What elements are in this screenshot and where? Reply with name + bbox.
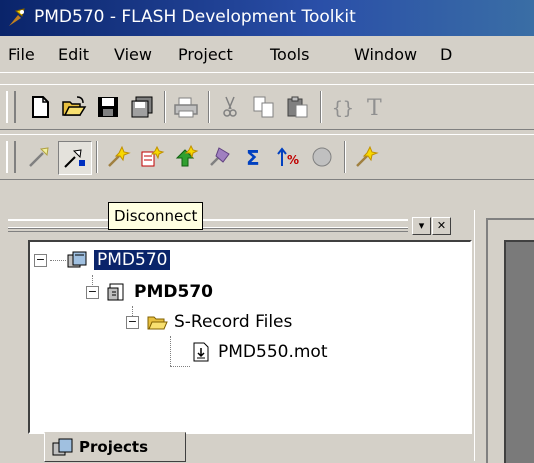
save-icon[interactable] [92,91,124,123]
connect-icon[interactable] [24,141,56,173]
menu-project[interactable]: Project [178,45,233,64]
tree-node-file-label: PMD550.mot [218,342,328,362]
svg-text:%: % [287,153,299,167]
menu-bar: File Edit View Project Tools Window D [0,36,534,73]
title-bar[interactable]: PMD570 - FLASH Development Toolkit [0,0,534,36]
tree-node-root-label: PMD570 [94,250,171,270]
toolbar-separator [164,91,166,123]
checksum-icon[interactable]: Σ [238,141,270,173]
read-icon[interactable] [204,141,236,173]
workspace-icon [67,251,87,268]
toolbar-separator [96,141,98,173]
tooltip: Disconnect [108,202,204,230]
menu-file[interactable]: File [8,45,35,64]
compare-icon[interactable]: % [272,141,304,173]
menu-edit[interactable]: Edit [58,45,89,64]
wand-icon[interactable] [350,141,382,173]
workspace-panel: ▾ ✕ − PMD570 − PMD570 − S-Record Files P… [0,210,476,462]
braces-icon[interactable]: {} [326,91,358,123]
svg-text:Σ: Σ [246,146,260,170]
menu-view[interactable]: View [114,45,152,64]
expander-project[interactable]: − [86,286,99,299]
flash-toolbar: Σ % [0,134,534,180]
svg-text:T: T [367,96,382,120]
tab-projects-label: Projects [79,438,149,456]
print-icon[interactable] [170,91,202,123]
panel-float-button[interactable]: ▾ [412,217,431,235]
expander-folder[interactable]: − [126,316,139,329]
disconnect-icon[interactable] [58,141,92,175]
tree-line [50,260,66,261]
workspace-tabs: Projects [28,432,468,462]
save-all-icon[interactable] [126,91,158,123]
panel-close-button[interactable]: ✕ [432,217,451,235]
project-icon [107,283,124,301]
project-tree[interactable]: − PMD570 − PMD570 − S-Record Files PMD55… [28,240,472,434]
srecord-file-icon [193,342,209,362]
toolbar-separator [344,141,346,173]
tree-node-file[interactable]: PMD550.mot [190,340,328,364]
app-logo-icon [9,8,25,26]
editor-area [478,210,534,463]
panel-drag-bar-line [8,227,408,232]
stop-icon[interactable] [306,141,338,173]
tree-node-folder-label: S-Record Files [174,312,293,332]
tree-node-root[interactable]: PMD570 [66,248,171,272]
blank-check-icon[interactable] [136,141,168,173]
tree-line [170,366,190,367]
folder-icon [147,316,168,330]
tree-node-project-label: PMD570 [134,282,213,302]
copy-icon[interactable] [248,91,280,123]
toolbar-separator [320,91,322,123]
toolbar-separator [208,91,210,123]
program-icon[interactable] [170,141,202,173]
cut-icon[interactable] [214,91,246,123]
new-file-icon[interactable] [24,91,56,123]
expander-root[interactable]: − [34,254,47,267]
tree-node-folder[interactable]: S-Record Files [146,310,292,334]
erase-icon[interactable] [102,141,134,173]
tree-line [170,336,171,366]
menu-d[interactable]: D [440,45,452,64]
workspace-icon [52,438,73,456]
text-icon[interactable]: T [360,91,392,123]
menu-window[interactable]: Window [354,45,417,64]
standard-toolbar: {} T [0,84,534,130]
tree-node-project[interactable]: PMD570 [106,280,213,304]
paste-icon[interactable] [282,91,314,123]
toolbar-grip[interactable] [6,91,16,123]
svg-text:{}: {} [332,98,354,119]
menu-tools[interactable]: Tools [270,45,309,64]
window-title: PMD570 - FLASH Development Toolkit [34,7,356,27]
editor-background [504,240,534,463]
toolbar-grip[interactable] [6,141,16,173]
open-folder-icon[interactable] [58,91,90,123]
tab-projects[interactable]: Projects [44,432,186,462]
